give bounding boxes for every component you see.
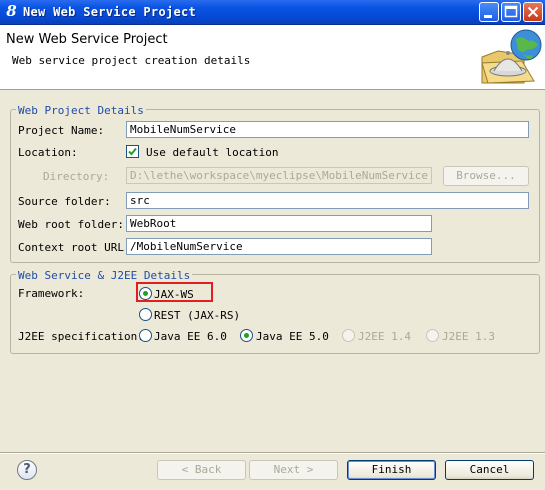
framework-rest-radio[interactable]	[139, 308, 152, 321]
j2ee-javaee6-label[interactable]: Java EE 6.0	[154, 330, 227, 343]
web-root-folder-input[interactable]: WebRoot	[126, 215, 432, 232]
next-button[interactable]: Next >	[249, 460, 338, 480]
project-name-input[interactable]: MobileNumService	[126, 121, 529, 138]
help-button[interactable]: ?	[17, 460, 37, 480]
web-root-folder-label: Web root folder:	[18, 218, 124, 231]
directory-label: Directory:	[43, 170, 110, 183]
close-button[interactable]	[523, 2, 543, 22]
location-label: Location:	[18, 146, 78, 159]
close-icon	[527, 6, 539, 18]
footer-separator	[0, 452, 545, 454]
web-service-wizard-icon	[481, 29, 542, 84]
j2ee-13-radio[interactable]	[426, 329, 439, 342]
j2ee-14-radio[interactable]	[342, 329, 355, 342]
project-name-label: Project Name:	[18, 124, 105, 137]
minimize-button[interactable]	[479, 2, 499, 22]
back-button[interactable]: < Back	[157, 460, 246, 480]
page-title: New Web Service Project	[6, 32, 168, 47]
web-project-details-legend: Web Project Details	[16, 104, 146, 117]
framework-jax-ws-radio[interactable]	[139, 287, 152, 300]
maximize-icon	[504, 5, 518, 18]
page-description: Web service project creation details	[12, 54, 251, 67]
framework-rest-label[interactable]: REST (JAX-RS)	[154, 309, 240, 322]
framework-label: Framework:	[18, 287, 85, 300]
use-default-location-checkbox[interactable]	[126, 145, 139, 158]
maximize-button[interactable]	[501, 2, 521, 22]
j2ee-javaee5-label[interactable]: Java EE 5.0	[256, 330, 329, 343]
help-icon: ?	[23, 462, 31, 477]
j2ee-14-label: J2EE 1.4	[358, 330, 411, 343]
source-folder-label: Source folder:	[18, 195, 111, 208]
j2ee-javaee5-radio[interactable]	[240, 329, 253, 342]
checkmark-icon	[128, 147, 137, 156]
context-root-url-label: Context root URL:	[18, 241, 131, 254]
framework-jax-ws-label[interactable]: JAX-WS	[154, 288, 194, 301]
j2ee-13-label: J2EE 1.3	[442, 330, 495, 343]
j2ee-javaee6-radio[interactable]	[139, 329, 152, 342]
source-folder-input[interactable]: src	[126, 192, 529, 209]
use-default-location-label[interactable]: Use default location	[146, 146, 278, 159]
finish-button[interactable]: Finish	[347, 460, 436, 480]
context-root-url-input[interactable]: /MobileNumService	[126, 238, 432, 255]
minimize-icon	[484, 15, 492, 18]
cancel-button[interactable]: Cancel	[445, 460, 534, 480]
j2ee-specification-label: J2EE specification:	[18, 330, 144, 343]
app-icon: 8	[6, 2, 17, 20]
directory-input[interactable]: D:\lethe\workspace\myeclipse\MobileNumSe…	[126, 167, 432, 184]
window-title: New Web Service Project	[23, 5, 197, 19]
browse-button[interactable]: Browse...	[443, 166, 529, 186]
web-service-j2ee-details-legend: Web Service & J2EE Details	[16, 269, 193, 282]
